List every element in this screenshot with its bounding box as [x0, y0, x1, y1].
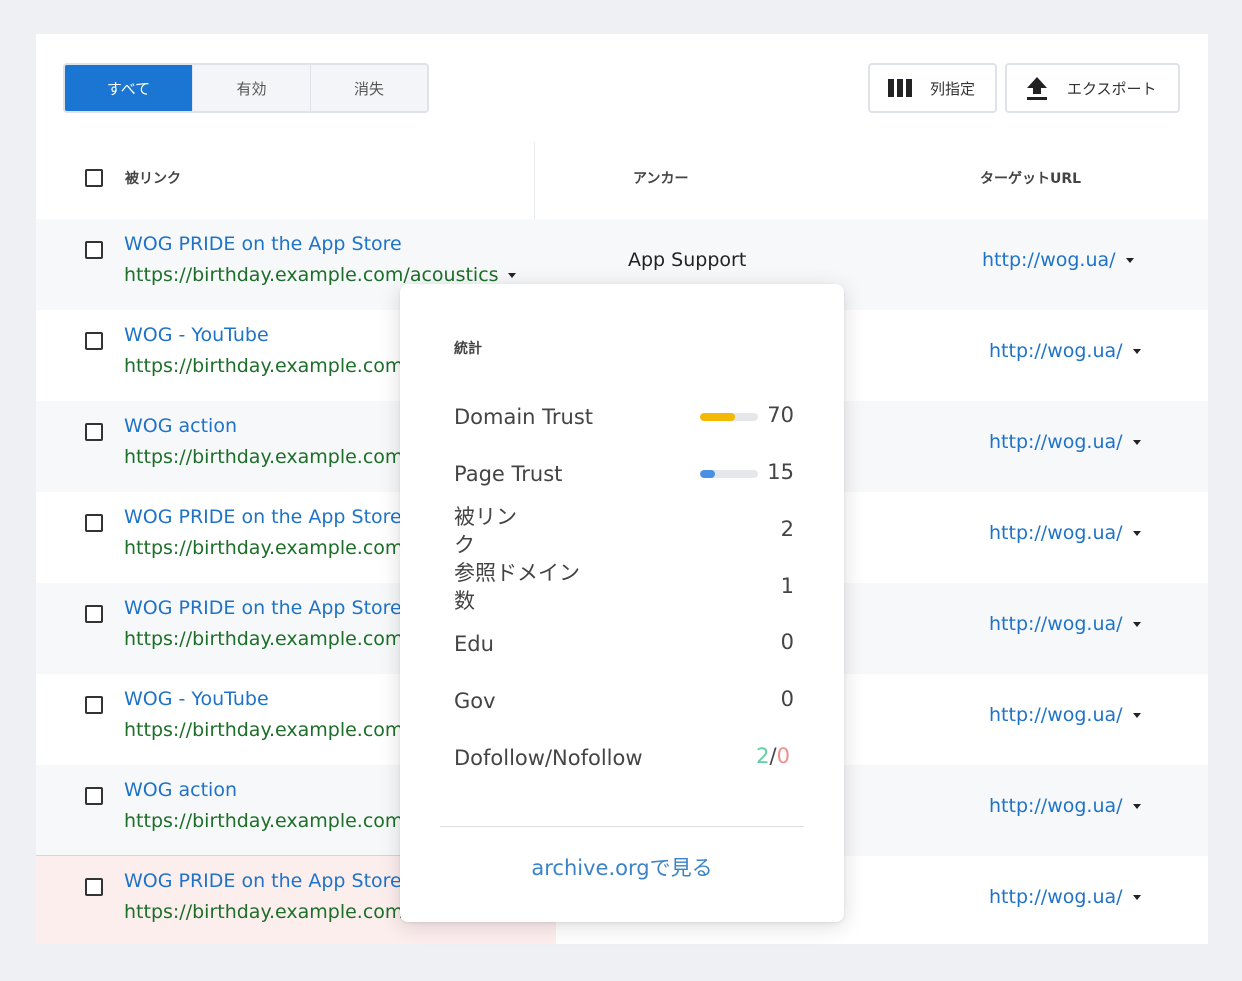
- backlink-title[interactable]: WOG - YouTube: [124, 688, 269, 710]
- header-backlink: 被リンク: [125, 171, 181, 187]
- tab-all[interactable]: すべて: [65, 65, 192, 111]
- row-checkbox[interactable]: [85, 696, 103, 714]
- stat-value-domain-trust: 70: [767, 403, 794, 427]
- header-target-url: ターゲットURL: [980, 171, 1082, 187]
- chevron-down-icon[interactable]: [507, 273, 516, 278]
- backlink-url[interactable]: https://birthday.example.com/: [124, 446, 410, 468]
- target-url[interactable]: http://wog.ua/: [989, 431, 1141, 453]
- target-url-text: http://wog.ua/: [989, 795, 1123, 817]
- chevron-down-icon[interactable]: [1132, 349, 1141, 354]
- select-all-checkbox[interactable]: [85, 169, 103, 187]
- target-url[interactable]: http://wog.ua/: [982, 249, 1134, 271]
- target-url-text: http://wog.ua/: [989, 522, 1123, 544]
- backlink-title[interactable]: WOG action: [124, 779, 237, 801]
- target-url-text: http://wog.ua/: [989, 340, 1123, 362]
- stat-value-dofollow-nofollow: 2/0: [756, 744, 790, 768]
- target-url-text: http://wog.ua/: [989, 613, 1123, 635]
- backlink-title[interactable]: WOG PRIDE on the App Store: [124, 233, 402, 255]
- upload-icon: [1025, 76, 1049, 100]
- anchor-text: App Support: [628, 249, 747, 271]
- stats-popup: 統計 Domain Trust 70 Page Trust 15 被リンク 2 …: [400, 284, 844, 922]
- stat-value-edu: 0: [780, 630, 794, 654]
- app-frame: すべて 有効 消失 列指定 エクスポート 被リンク アンカー ターゲットURL …: [0, 0, 1242, 981]
- stat-label-dofollow-nofollow: Dofollow/Nofollow: [454, 746, 643, 770]
- popup-title: 統計: [454, 341, 482, 357]
- target-url[interactable]: http://wog.ua/: [989, 704, 1141, 726]
- stat-label-gov: Gov: [454, 689, 496, 713]
- popup-divider: [440, 826, 804, 827]
- chevron-down-icon[interactable]: [1125, 258, 1134, 263]
- page-trust-bar-fill: [700, 470, 715, 478]
- stat-label-backlinks: 被リンク: [454, 505, 517, 557]
- backlink-url[interactable]: https://birthday.example.com/: [124, 719, 410, 741]
- columns-label: 列指定: [930, 79, 976, 98]
- target-url-text: http://wog.ua/: [989, 704, 1123, 726]
- stat-label-edu: Edu: [454, 632, 494, 656]
- backlink-url[interactable]: https://birthday.example.com/: [124, 355, 410, 377]
- row-checkbox[interactable]: [85, 878, 103, 896]
- backlink-url-text: https://birthday.example.com/acoustics: [124, 264, 499, 286]
- row-checkbox[interactable]: [85, 332, 103, 350]
- stat-label-referring-domains: 参照ドメイン数: [454, 561, 580, 613]
- chevron-down-icon[interactable]: [1132, 804, 1141, 809]
- header-anchor: アンカー: [633, 171, 689, 187]
- chevron-down-icon[interactable]: [1132, 440, 1141, 445]
- backlink-title[interactable]: WOG PRIDE on the App Store: [124, 506, 402, 528]
- target-url[interactable]: http://wog.ua/: [989, 795, 1141, 817]
- column-divider: [534, 142, 535, 220]
- backlink-url[interactable]: https://birthday.example.com/: [124, 628, 410, 650]
- domain-trust-bar-fill: [700, 413, 735, 421]
- chevron-down-icon[interactable]: [1132, 622, 1141, 627]
- row-checkbox[interactable]: [85, 423, 103, 441]
- export-label: エクスポート: [1067, 79, 1157, 98]
- stat-label-page-trust: Page Trust: [454, 462, 563, 486]
- backlink-url[interactable]: https://birthday.example.com/a: [124, 901, 421, 923]
- export-button[interactable]: エクスポート: [1005, 63, 1180, 113]
- row-checkbox[interactable]: [85, 241, 103, 259]
- chevron-down-icon[interactable]: [1132, 531, 1141, 536]
- target-url-text: http://wog.ua/: [989, 431, 1123, 453]
- archive-link[interactable]: archive.orgで見る: [400, 852, 844, 882]
- target-url[interactable]: http://wog.ua/: [989, 522, 1141, 544]
- chevron-down-icon[interactable]: [1132, 713, 1141, 718]
- backlink-url[interactable]: https://birthday.example.com/acoustics: [124, 264, 516, 286]
- stat-value-gov: 0: [780, 687, 794, 711]
- target-url-text: http://wog.ua/: [989, 886, 1123, 908]
- tab-lost[interactable]: 消失: [310, 65, 427, 111]
- backlink-title[interactable]: WOG PRIDE on the App Store: [124, 870, 402, 892]
- stat-value-backlinks: 2: [780, 517, 794, 541]
- backlink-title[interactable]: WOG action: [124, 415, 237, 437]
- status-filter: すべて 有効 消失: [63, 63, 429, 113]
- target-url[interactable]: http://wog.ua/: [989, 340, 1141, 362]
- target-url[interactable]: http://wog.ua/: [989, 613, 1141, 635]
- row-checkbox[interactable]: [85, 787, 103, 805]
- tab-active[interactable]: 有効: [192, 65, 310, 111]
- target-url[interactable]: http://wog.ua/: [989, 886, 1141, 908]
- row-checkbox[interactable]: [85, 605, 103, 623]
- stat-value-referring-domains: 1: [780, 574, 794, 598]
- columns-button[interactable]: 列指定: [868, 63, 997, 113]
- separator: /: [769, 744, 777, 768]
- columns-icon: [888, 76, 912, 100]
- stat-value-page-trust: 15: [767, 460, 794, 484]
- backlink-url[interactable]: https://birthday.example.com/: [124, 537, 410, 559]
- domain-trust-bar: [700, 413, 758, 421]
- chevron-down-icon[interactable]: [1132, 895, 1141, 900]
- backlink-title[interactable]: WOG PRIDE on the App Store: [124, 597, 402, 619]
- page-trust-bar: [700, 470, 758, 478]
- stat-label-domain-trust: Domain Trust: [454, 405, 594, 429]
- row-checkbox[interactable]: [85, 514, 103, 532]
- backlink-url[interactable]: https://birthday.example.com/: [124, 810, 410, 832]
- nofollow-count: 0: [776, 744, 790, 768]
- backlink-title[interactable]: WOG - YouTube: [124, 324, 269, 346]
- dofollow-count: 2: [756, 744, 770, 768]
- target-url-text: http://wog.ua/: [982, 249, 1116, 271]
